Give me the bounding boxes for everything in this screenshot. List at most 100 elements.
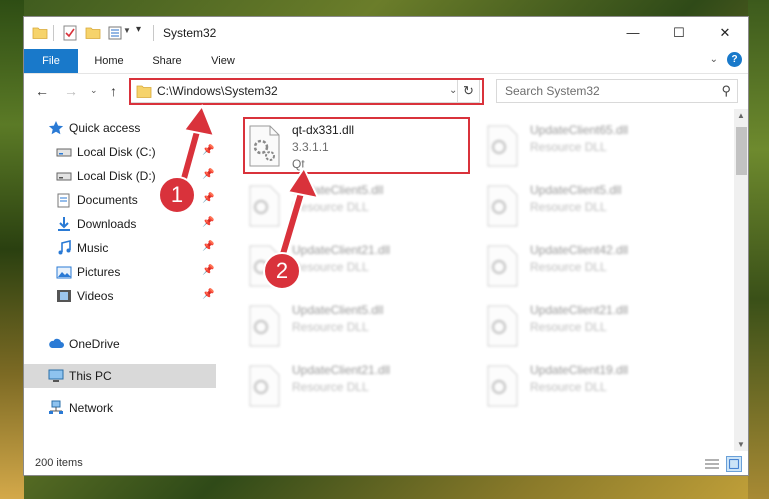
sidebar-item-music[interactable]: Music 📌 bbox=[24, 236, 216, 260]
window-title: System32 bbox=[163, 26, 217, 40]
desktop-background-left bbox=[0, 0, 24, 499]
sidebar-item-pictures[interactable]: Pictures 📌 bbox=[24, 260, 216, 284]
back-arrow-icon[interactable]: ← bbox=[35, 83, 49, 99]
file-name: UpdateClient5.dll bbox=[292, 303, 384, 317]
scrollbar-thumb[interactable] bbox=[736, 127, 747, 175]
search-input[interactable]: Search System32 bbox=[505, 84, 600, 98]
step-badge-2: 2 bbox=[263, 252, 301, 290]
file-name: UpdateClient65.dll bbox=[530, 123, 629, 137]
file-name: UpdateClient42.dll bbox=[530, 243, 629, 257]
sidebar-item-label: Documents bbox=[77, 193, 138, 207]
item-count: 200 items bbox=[35, 457, 83, 469]
computer-icon bbox=[48, 369, 64, 382]
title-bar: ▼ ▾ System32 — ☐ ✕ bbox=[24, 17, 748, 49]
file-name: UpdateClient21.dll bbox=[530, 303, 629, 317]
tab-home[interactable]: Home bbox=[84, 49, 134, 73]
file-description: Resource DLL bbox=[292, 320, 369, 334]
dll-file-icon bbox=[249, 365, 280, 407]
sidebar-item-label: Videos bbox=[77, 289, 114, 303]
downloads-icon bbox=[58, 217, 70, 231]
expand-ribbon-icon[interactable]: ⌄ bbox=[710, 54, 718, 65]
sidebar-item-label: Downloads bbox=[77, 217, 137, 231]
dll-file-icon bbox=[487, 245, 518, 287]
step-badge-1: 1 bbox=[158, 176, 196, 214]
tab-file[interactable]: File bbox=[24, 49, 78, 73]
view-options-dropdown-icon[interactable]: ▼ bbox=[123, 26, 131, 35]
file-tile[interactable]: UpdateClient42.dll Resource DLL bbox=[478, 237, 698, 295]
minimize-button[interactable]: — bbox=[610, 17, 656, 49]
status-bar: 200 items bbox=[24, 451, 748, 475]
drive-icon bbox=[56, 148, 72, 157]
drive-icon bbox=[56, 172, 72, 181]
file-tile[interactable]: UpdateClient19.dll Resource DLL bbox=[478, 357, 698, 415]
tab-share[interactable]: Share bbox=[142, 49, 192, 73]
star-icon bbox=[48, 121, 64, 135]
sidebar-item-label: Network bbox=[69, 401, 114, 415]
forward-arrow-icon[interactable]: → bbox=[64, 83, 78, 99]
pin-icon[interactable]: 📌 bbox=[202, 265, 214, 276]
sidebar-item-label: Music bbox=[77, 241, 109, 255]
sidebar-item-downloads[interactable]: Downloads 📌 bbox=[24, 212, 216, 236]
desktop-background-right bbox=[748, 0, 769, 499]
sidebar-item-label: Local Disk (D:) bbox=[77, 169, 156, 183]
title-separator bbox=[153, 25, 154, 41]
up-arrow-icon[interactable]: ↑ bbox=[110, 83, 117, 99]
maximize-button[interactable]: ☐ bbox=[656, 17, 702, 49]
scroll-down-icon[interactable]: ▼ bbox=[737, 440, 745, 449]
videos-icon bbox=[57, 290, 71, 302]
close-button[interactable]: ✕ bbox=[702, 17, 748, 49]
pin-icon[interactable]: 📌 bbox=[202, 241, 214, 252]
pin-icon[interactable]: 📌 bbox=[202, 217, 214, 228]
documents-icon bbox=[57, 193, 70, 208]
sidebar-item-label: This PC bbox=[69, 369, 112, 383]
search-icon[interactable]: ⚲ bbox=[721, 83, 731, 99]
sidebar-item-network[interactable]: Network bbox=[24, 396, 216, 420]
network-icon bbox=[49, 400, 63, 414]
file-description: Resource DLL bbox=[530, 200, 607, 214]
help-icon[interactable]: ? bbox=[727, 52, 742, 67]
dll-file-icon bbox=[487, 185, 518, 227]
sidebar-item-label: Quick access bbox=[69, 121, 141, 135]
file-description: Resource DLL bbox=[530, 260, 607, 274]
file-description: Resource DLL bbox=[292, 380, 369, 394]
file-name: UpdateClient19.dll bbox=[530, 363, 629, 377]
sidebar-item-label: Local Disk (C:) bbox=[77, 145, 156, 159]
dll-file-icon bbox=[487, 125, 518, 167]
quick-access-separator bbox=[53, 25, 54, 41]
music-icon bbox=[58, 240, 71, 255]
sidebar-item-onedrive[interactable]: OneDrive bbox=[24, 332, 216, 356]
cloud-icon bbox=[49, 338, 64, 348]
file-tile[interactable]: UpdateClient5.dll Resource DLL bbox=[240, 297, 460, 355]
sidebar-item-this-pc[interactable]: This PC bbox=[24, 364, 216, 388]
search-box[interactable]: Search System32 ⚲ bbox=[496, 79, 738, 103]
scroll-up-icon[interactable]: ▲ bbox=[737, 111, 745, 120]
folder-icon[interactable] bbox=[32, 25, 48, 41]
tab-view[interactable]: View bbox=[200, 49, 246, 73]
file-description: Resource DLL bbox=[530, 380, 607, 394]
vertical-scrollbar[interactable]: ▲ ▼ bbox=[734, 109, 748, 451]
file-tile[interactable]: UpdateClient65.dll Resource DLL bbox=[478, 117, 698, 175]
file-explorer-window: ▼ ▾ System32 — ☐ ✕ File Home Share View … bbox=[23, 16, 749, 476]
dll-file-icon bbox=[487, 305, 518, 347]
file-name: UpdateClient5.dll bbox=[530, 183, 622, 197]
view-options-icon[interactable] bbox=[108, 25, 122, 41]
file-description: Resource DLL bbox=[530, 140, 607, 154]
large-icons-view-icon[interactable] bbox=[726, 456, 742, 472]
customize-toolbar-icon[interactable]: ▾ bbox=[136, 24, 141, 35]
file-tile[interactable]: UpdateClient5.dll Resource DLL bbox=[478, 177, 698, 235]
ribbon-tabs: File Home Share View ⌄ ? bbox=[24, 49, 748, 74]
sidebar-item-videos[interactable]: Videos 📌 bbox=[24, 284, 216, 308]
pictures-icon bbox=[56, 266, 72, 279]
recent-locations-icon[interactable]: ⌄ bbox=[90, 85, 98, 96]
file-tile[interactable]: UpdateClient21.dll Resource DLL bbox=[240, 357, 460, 415]
details-view-icon[interactable] bbox=[704, 457, 720, 471]
sidebar-item-label: OneDrive bbox=[69, 337, 120, 351]
properties-icon[interactable] bbox=[63, 25, 77, 41]
file-description: Resource DLL bbox=[530, 320, 607, 334]
new-folder-icon[interactable] bbox=[85, 25, 101, 41]
sidebar-item-label: Pictures bbox=[77, 265, 121, 279]
dll-file-icon bbox=[487, 365, 518, 407]
dll-file-icon bbox=[249, 305, 280, 347]
file-tile[interactable]: UpdateClient21.dll Resource DLL bbox=[478, 297, 698, 355]
pin-icon[interactable]: 📌 bbox=[202, 289, 214, 300]
